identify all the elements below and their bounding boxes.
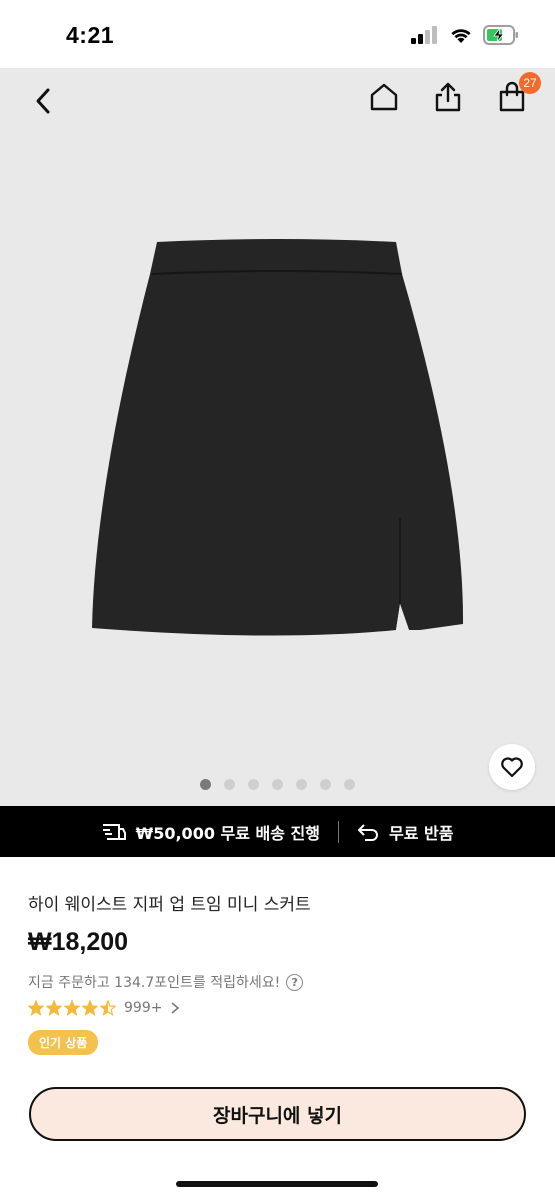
star-icon [64, 1000, 80, 1016]
star-icon [28, 1000, 44, 1016]
free-return-text: 무료 반품 [388, 823, 454, 843]
gallery-dot[interactable] [320, 779, 331, 790]
heart-icon [501, 757, 523, 778]
free-shipping-text: ₩50,000 무료 배송 진행 [135, 823, 320, 843]
gallery-dot[interactable] [248, 779, 259, 790]
wifi-icon [449, 26, 473, 48]
return-arrow-icon [357, 823, 378, 841]
status-bar: 4:21 [0, 0, 555, 68]
promo-divider [337, 820, 339, 843]
home-indicator [176, 1181, 378, 1187]
points-info: 지금 주문하고 134.7포인트를 적립하세요! ? [28, 972, 304, 992]
popular-badge: 인기 상품 [28, 1030, 99, 1055]
review-count: 999+ [124, 1000, 163, 1016]
share-button[interactable] [431, 80, 465, 114]
points-text: 지금 주문하고 134.7포인트를 적립하세요! [28, 975, 281, 991]
gallery-dot[interactable] [224, 779, 235, 790]
product-title: 하이 웨이스트 지퍼 업 트임 미니 스커트 [28, 895, 311, 915]
promo-bar: ₩50,000 무료 배송 진행 무료 반품 [0, 806, 555, 857]
header-actions: 27 [367, 72, 541, 114]
chevron-right-icon [171, 1002, 180, 1014]
home-button[interactable] [367, 80, 401, 114]
gallery-dot[interactable] [344, 779, 355, 790]
gallery-dot[interactable] [272, 779, 283, 790]
gallery-pagination [0, 779, 555, 790]
product-price: ₩18,200 [28, 928, 129, 956]
gallery-dot[interactable] [296, 779, 307, 790]
status-icons [411, 25, 519, 49]
home-icon [370, 83, 398, 111]
star-icon [82, 1000, 98, 1016]
gallery-dot[interactable] [200, 779, 211, 790]
cart-count-badge: 27 [519, 72, 541, 94]
star-icon [46, 1000, 62, 1016]
product-info: 하이 웨이스트 지퍼 업 트임 미니 스커트 ₩18,200 지금 주문하고 1… [28, 890, 528, 1055]
free-shipping-promo: ₩50,000 무료 배송 진행 [102, 820, 320, 844]
share-icon [435, 82, 461, 112]
back-button[interactable] [26, 84, 60, 118]
add-to-cart-button[interactable]: 장바구니에 넣기 [29, 1087, 526, 1141]
star-icon [100, 1000, 116, 1016]
product-image-skirt[interactable] [90, 238, 466, 638]
shipping-truck-icon [102, 823, 126, 840]
battery-charging-icon [483, 25, 519, 49]
signal-icon [411, 26, 439, 48]
chevron-left-icon [36, 88, 50, 114]
help-icon[interactable]: ? [286, 973, 304, 991]
status-time: 4:21 [66, 22, 115, 48]
rating-stars [28, 1000, 116, 1016]
free-return-promo: 무료 반품 [357, 820, 453, 844]
cart-nav-button[interactable]: 27 [495, 72, 541, 114]
rating-row[interactable]: 999+ [28, 1000, 180, 1016]
